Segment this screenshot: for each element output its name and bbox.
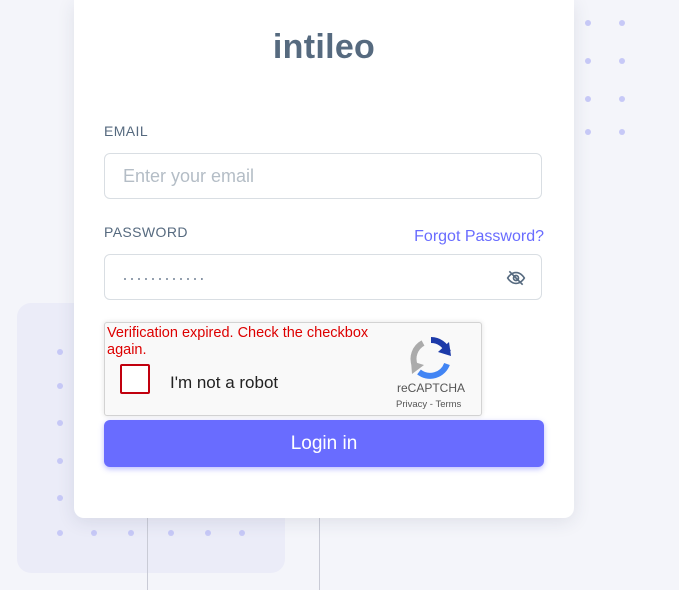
background-dot: [585, 58, 591, 64]
background-dot: [57, 420, 63, 426]
password-label: PASSWORD: [104, 224, 188, 240]
recaptcha-terms-link[interactable]: Terms: [435, 399, 461, 410]
login-card: intileo EMAIL PASSWORD Forgot Password? …: [74, 0, 574, 518]
login-button[interactable]: Login in: [104, 420, 544, 467]
forgot-password-link[interactable]: Forgot Password?: [414, 228, 544, 246]
background-dot: [619, 96, 625, 102]
background-dot: [585, 129, 591, 135]
background-dot: [585, 20, 591, 26]
recaptcha-widget: Verification expired. Check the checkbox…: [104, 322, 482, 416]
background-dot: [91, 530, 97, 536]
background-dot: [57, 349, 63, 355]
background-dot: [619, 129, 625, 135]
background-dot: [128, 530, 134, 536]
logo: intileo: [272, 28, 376, 66]
recaptcha-error-message: Verification expired. Check the checkbox…: [107, 325, 369, 358]
email-label: EMAIL: [104, 123, 149, 139]
recaptcha-links: Privacy - Terms: [396, 399, 461, 410]
background-dot: [57, 495, 63, 501]
background-dot: [619, 58, 625, 64]
recaptcha-checkbox[interactable]: [120, 364, 150, 394]
password-masked-value: ············: [122, 268, 206, 288]
background-dot: [57, 383, 63, 389]
recaptcha-privacy-link[interactable]: Privacy: [396, 399, 427, 410]
background-dot: [57, 458, 63, 464]
recaptcha-logo-icon: [410, 336, 451, 379]
recaptcha-brand: reCAPTCHA: [397, 381, 466, 395]
background-dot: [619, 20, 625, 26]
recaptcha-checkbox-label: I'm not a robot: [170, 373, 279, 392]
background-dot: [205, 530, 211, 536]
background-dot: [585, 96, 591, 102]
background-dot: [57, 530, 63, 536]
background-dot: [168, 530, 174, 536]
eye-off-icon[interactable]: [506, 268, 526, 288]
background-dot: [239, 530, 245, 536]
email-field[interactable]: [104, 153, 542, 199]
